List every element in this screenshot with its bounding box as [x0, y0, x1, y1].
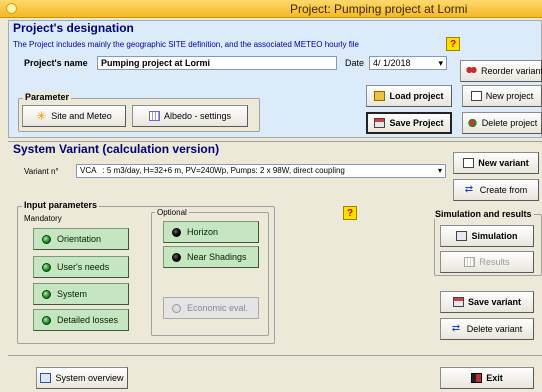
project-name-label: Project's name [24, 58, 88, 68]
open-folder-icon [374, 91, 386, 101]
sun-icon: ✳ [36, 109, 47, 123]
input-parameters-title: Input parameters [22, 200, 100, 210]
economic-eval-label: Economic eval. [187, 303, 249, 313]
site-meteo-label: Site and Meteo [51, 111, 112, 121]
load-project-button[interactable]: Load project [366, 85, 452, 107]
simulation-title: Simulation and results [433, 209, 534, 219]
save-project-label: Save Project [389, 118, 444, 128]
calculator-icon [456, 231, 468, 241]
title-bar: Project: Pumping project at Lormi [0, 0, 542, 18]
site-meteo-button[interactable]: ✳ Site and Meteo [22, 105, 126, 127]
app-icon [6, 3, 17, 14]
simulation-label: Simulation [471, 231, 518, 241]
create-from-label: Create from [479, 185, 528, 195]
window-title: Project: Pumping project at Lormi [290, 2, 468, 16]
load-project-label: Load project [389, 91, 444, 101]
delete-project-label: Delete project [481, 118, 538, 128]
status-dot-icon [172, 227, 181, 237]
new-document-icon [470, 91, 482, 101]
mandatory-title: Mandatory [24, 214, 62, 223]
copy-arrows-icon: ⇄ [464, 184, 474, 195]
horizon-label: Horizon [187, 227, 219, 237]
optional-title: Optional [155, 208, 189, 217]
orientation-button[interactable]: Orientation [33, 228, 129, 250]
system-overview-button[interactable]: System overview [36, 367, 128, 389]
horizon-button[interactable]: Horizon [163, 221, 259, 243]
project-help-button[interactable]: ? [446, 37, 460, 51]
project-description: The Project includes mainly the geograph… [13, 40, 359, 49]
grid-icon [148, 111, 160, 121]
detailed-losses-button[interactable]: Detailed losses [33, 309, 129, 331]
reorder-variants-button[interactable]: Reorder variants [460, 60, 542, 82]
new-variant-button[interactable]: New variant [453, 152, 539, 174]
system-overview-label: System overview [55, 373, 124, 383]
economic-eval-button[interactable]: Economic eval. [163, 297, 259, 319]
variant-select[interactable]: VCA : 5 m3/day, H=32+6 m, PV=240Wp, Pump… [76, 164, 446, 178]
variant-label: Variant n° [24, 167, 59, 176]
detailed-losses-label: Detailed losses [57, 315, 119, 325]
delete-variant-button[interactable]: ⇄ Delete variant [440, 318, 534, 340]
albedo-settings-button[interactable]: Albedo - settings [132, 105, 248, 127]
status-dot-icon [42, 234, 51, 244]
date-value: 4/ 1/2018 [373, 58, 411, 68]
albedo-label: Albedo - settings [163, 111, 232, 121]
system-label: System [57, 289, 88, 299]
new-document-icon [463, 158, 475, 168]
people-icon [466, 66, 477, 76]
results-button[interactable]: Results [440, 251, 534, 273]
status-dot-icon [172, 252, 181, 262]
parameter-title: Parameter [23, 92, 72, 102]
variant-code: VCA [80, 166, 97, 175]
exit-button[interactable]: Exit [440, 367, 534, 389]
simulation-button[interactable]: Simulation [440, 225, 534, 247]
create-from-button[interactable]: ⇄ Create from [453, 179, 539, 201]
new-project-label: New project [485, 91, 534, 101]
date-select[interactable]: 4/ 1/2018 ▾ [369, 56, 447, 70]
save-disk-icon [374, 118, 386, 128]
variant-heading: System Variant (calculation version) [13, 142, 220, 156]
reorder-label: Reorder variants [481, 66, 542, 76]
near-shadings-button[interactable]: Near Shadings [163, 246, 259, 268]
overview-icon [40, 373, 52, 383]
status-dot-icon [42, 289, 51, 299]
orientation-label: Orientation [57, 234, 102, 244]
chevron-down-icon: ▾ [438, 58, 443, 68]
results-label: Results [479, 257, 510, 267]
status-dot-icon [172, 303, 181, 313]
save-variant-label: Save variant [467, 297, 522, 307]
chart-icon [464, 257, 476, 267]
project-name-field[interactable]: Pumping project at Lormi [97, 56, 337, 70]
project-heading: Project's designation [13, 21, 134, 35]
status-dot-icon [42, 315, 51, 325]
delete-arrows-icon: ⇄ [451, 323, 461, 334]
users-needs-label: User's needs [57, 262, 110, 272]
delete-icon [466, 118, 478, 128]
delete-variant-label: Delete variant [466, 324, 523, 334]
system-button[interactable]: System [33, 283, 129, 305]
status-dot-icon [42, 262, 51, 272]
variant-description: : 5 m3/day, H=32+6 m, PV=240Wp, Pumps: 2… [102, 166, 345, 175]
save-variant-button[interactable]: Save variant [440, 291, 534, 313]
footer-divider [8, 355, 542, 356]
chevron-down-icon: ▾ [437, 166, 442, 175]
near-shadings-label: Near Shadings [187, 252, 247, 262]
exit-label: Exit [486, 373, 503, 383]
new-project-button[interactable]: New project [462, 85, 542, 107]
inputs-help-button[interactable]: ? [343, 206, 357, 220]
date-label: Date [345, 58, 365, 68]
users-needs-button[interactable]: User's needs [33, 256, 129, 278]
delete-project-button[interactable]: Delete project [462, 112, 542, 134]
exit-door-icon [471, 373, 483, 383]
new-variant-label: New variant [478, 158, 529, 168]
save-disk-icon [452, 297, 464, 307]
save-project-button[interactable]: Save Project [366, 112, 452, 134]
